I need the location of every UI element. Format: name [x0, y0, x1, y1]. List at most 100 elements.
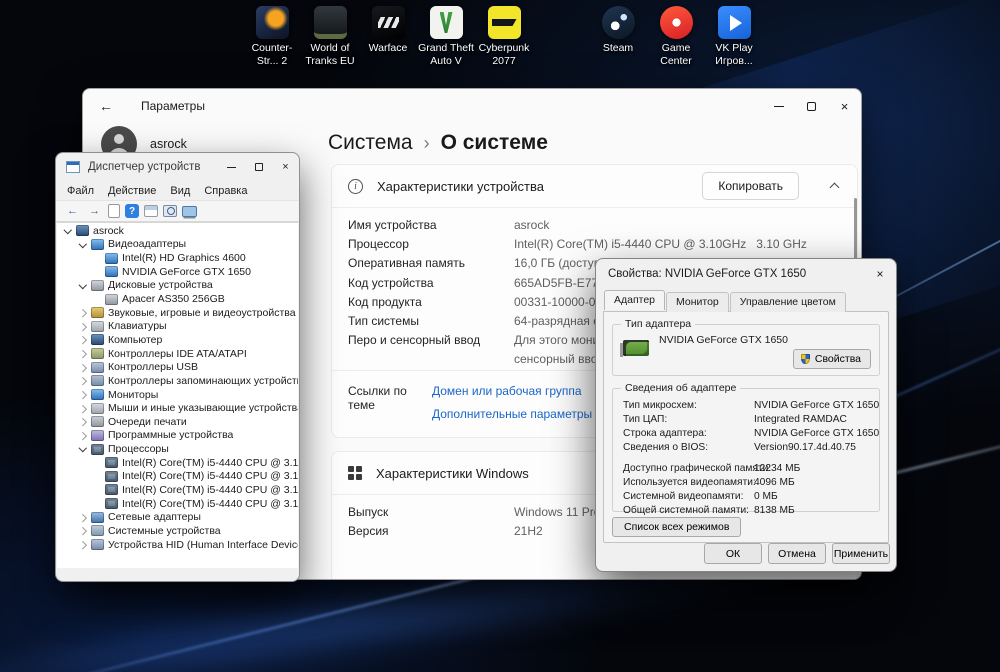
expand-icon[interactable] [77, 334, 89, 346]
expand-icon[interactable] [77, 375, 89, 387]
adapter-type-label: Тип адаптера [621, 318, 696, 330]
maximize-button[interactable] [245, 153, 272, 181]
menu-file[interactable]: Файл [60, 185, 101, 197]
scan-icon[interactable] [163, 205, 177, 217]
forward-icon[interactable]: → [86, 204, 103, 219]
back-button[interactable]: ← [99, 98, 121, 114]
tree-item[interactable]: Контроллеры IDE ATA/ATAPI [57, 347, 298, 361]
maximize-button[interactable] [795, 89, 828, 123]
breadcrumb-root[interactable]: Система [328, 129, 413, 157]
scrollbar[interactable] [854, 198, 857, 264]
dialog-tabs: Адаптер Монитор Управление цветом [604, 290, 847, 312]
device-tree: asrock Видеоадаптеры Intel(R) HD Graphics … [57, 222, 298, 568]
chevron-up-icon[interactable] [829, 180, 841, 192]
tab-adapter[interactable]: Адаптер [604, 290, 666, 310]
adapter-info-rows: Тип микросхем: NVIDIA GeForce GTX 1650 Тип… [613, 398, 879, 517]
expand-icon[interactable] [77, 402, 89, 414]
desktop-icon-world-of-tanks[interactable]: World of Tranks EU [301, 6, 359, 68]
minimize-button[interactable] [218, 153, 245, 181]
desktop-icon-counter-strike-2[interactable]: Counter-Str... 2 [243, 6, 301, 68]
expand-icon[interactable] [77, 525, 89, 537]
close-button[interactable]: × [272, 153, 299, 181]
tree-item-label: Intel(R) HD Graphics 4600 [122, 252, 246, 265]
menu-help[interactable]: Справка [197, 185, 254, 197]
collapse-icon[interactable] [77, 279, 89, 291]
tree-item[interactable]: Процессоры [57, 442, 298, 456]
expand-icon[interactable] [77, 320, 89, 332]
tree-item[interactable]: Звуковые, игровые и видеоустройства [57, 306, 298, 320]
devmgr-toolbar: ← →? [56, 200, 299, 222]
tree-item[interactable]: NVIDIA GeForce GTX 1650 [57, 265, 298, 279]
tree-item[interactable]: Контроллеры USB [57, 360, 298, 374]
device-specs-header[interactable]: i Характеристики устройства Копировать [332, 165, 857, 207]
tree-item[interactable]: Системные устройства [57, 524, 298, 538]
tree-item[interactable]: asrock [57, 224, 298, 238]
minimize-button[interactable] [762, 89, 795, 123]
tree-item-label: Мыши и иные указывающие устройства [108, 402, 298, 415]
desktop-icon-gta-v[interactable]: Grand Theft Auto V [417, 6, 475, 68]
menu-view[interactable]: Вид [163, 185, 197, 197]
advanced-system-settings-link[interactable]: Дополнительные параметры сис [432, 407, 614, 421]
copy-button[interactable]: Копировать [702, 172, 799, 200]
tree-item[interactable]: Программные устройства [57, 429, 298, 443]
tree-item-label: Intel(R) Core(TM) i5-4440 CPU @ 3.10GHz [122, 470, 298, 483]
info-row: Общей системной памяти: 8138 МБ [613, 503, 879, 517]
desktop-icon-vk-play[interactable]: VK Play Игров... [705, 6, 763, 68]
tree-item[interactable]: Клавиатуры [57, 319, 298, 333]
properties-button-label: Свойства [814, 353, 861, 365]
desktop-icon-steam[interactable]: Steam [589, 6, 647, 55]
tree-item[interactable]: Дисковые устройства [57, 279, 298, 293]
document-icon[interactable] [108, 204, 120, 218]
tree-item[interactable]: Intel(R) Core(TM) i5-4440 CPU @ 3.10GHz [57, 456, 298, 470]
properties-icon[interactable] [144, 205, 158, 217]
collapse-icon[interactable] [77, 443, 89, 455]
expand-icon[interactable] [77, 348, 89, 360]
properties-button[interactable]: Свойства [792, 349, 871, 369]
expand-icon[interactable] [77, 307, 89, 319]
apply-button[interactable]: Применить [832, 543, 890, 564]
info-label: Строка адаптера: [623, 427, 707, 439]
desktop-icon-warface[interactable]: Warface [359, 6, 417, 55]
tree-item[interactable]: Intel(R) Core(TM) i5-4440 CPU @ 3.10GHz [57, 483, 298, 497]
tree-item[interactable]: Сетевые адаптеры [57, 510, 298, 524]
tab-color-management[interactable]: Управление цветом [729, 292, 846, 312]
back-icon[interactable]: ← [64, 204, 81, 219]
tree-item[interactable]: Очереди печати [57, 415, 298, 429]
collapse-icon[interactable] [77, 238, 89, 250]
mouse-icon [91, 402, 104, 414]
nvidia-properties-dialog: Свойства: NVIDIA GeForce GTX 1650 × Адап… [595, 258, 897, 572]
cancel-button[interactable]: Отмена [768, 543, 826, 564]
info-label: Доступно графической памяти: [623, 462, 772, 474]
tree-item[interactable]: Компьютер [57, 333, 298, 347]
tree-item[interactable]: Мыши и иные указывающие устройства [57, 401, 298, 415]
collapse-icon[interactable] [62, 225, 74, 237]
tree-item[interactable]: Устройства HID (Human Interface Devices) [57, 538, 298, 552]
monitor-icon[interactable] [182, 205, 197, 217]
desktop-icon-cyberpunk-2077[interactable]: Cyberpunk 2077 [475, 6, 533, 68]
expand-icon[interactable] [77, 539, 89, 551]
menu-action[interactable]: Действие [101, 185, 163, 197]
tree-item[interactable]: Intel(R) HD Graphics 4600 [57, 251, 298, 265]
list-all-modes-button[interactable]: Список всех режимов [612, 517, 742, 537]
tab-monitor[interactable]: Монитор [666, 292, 729, 312]
close-button[interactable]: × [864, 259, 896, 289]
tree-item[interactable]: Видеоадаптеры [57, 238, 298, 252]
expand-icon[interactable] [77, 511, 89, 523]
tree-item[interactable]: Intel(R) Core(TM) i5-4440 CPU @ 3.10GHz [57, 470, 298, 484]
domain-workgroup-link[interactable]: Домен или рабочая группа [432, 384, 582, 398]
help-icon[interactable]: ? [125, 204, 139, 218]
display-icon [91, 238, 104, 250]
desktop-icon-game-center[interactable]: Game Center [647, 6, 705, 68]
expand-icon[interactable] [77, 361, 89, 373]
expand-icon[interactable] [77, 389, 89, 401]
expand-icon[interactable] [77, 429, 89, 441]
tree-item[interactable]: Мониторы [57, 388, 298, 402]
disk-icon [105, 293, 118, 305]
close-button[interactable]: × [828, 89, 861, 123]
tree-item-label: Устройства HID (Human Interface Devices) [108, 538, 298, 551]
tree-item[interactable]: Intel(R) Core(TM) i5-4440 CPU @ 3.10GHz [57, 497, 298, 511]
tree-item[interactable]: Контроллеры запоминающих устройств [57, 374, 298, 388]
tree-item[interactable]: Apacer AS350 256GB [57, 292, 298, 306]
ok-button[interactable]: ОК [704, 543, 762, 564]
expand-icon[interactable] [77, 416, 89, 428]
